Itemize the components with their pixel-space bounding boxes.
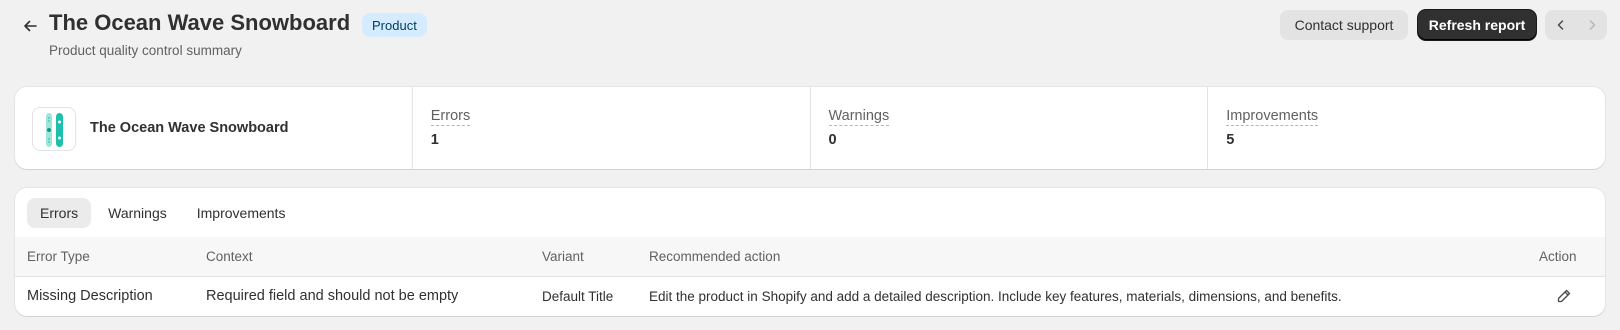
column-header-variant: Variant (542, 249, 584, 264)
warnings-metric: Warnings 0 (809, 87, 1208, 169)
page-subtitle: Product quality control summary (49, 43, 242, 58)
column-header-recommended-action: Recommended action (649, 249, 781, 264)
edit-button[interactable] (1553, 285, 1575, 307)
table-header: Error Type Context Variant Recommended a… (15, 237, 1605, 277)
errors-count: 1 (430, 132, 439, 148)
tab-improvements[interactable]: Improvements (184, 198, 299, 228)
chevron-right-icon (1589, 20, 1595, 30)
back-button[interactable] (16, 12, 44, 40)
pencil-edit-icon (1557, 289, 1571, 303)
cell-error-type: Missing Description (27, 288, 153, 304)
pagination (1545, 10, 1607, 40)
errors-metric: Errors 1 (411, 87, 810, 169)
status-badge: Product (362, 13, 427, 37)
previous-button[interactable] (1545, 10, 1576, 40)
cell-variant: Default Title (542, 289, 614, 304)
warnings-count: 0 (828, 132, 837, 148)
tab-warnings[interactable]: Warnings (95, 198, 180, 228)
page-header: The Ocean Wave Snowboard Product Product… (0, 0, 1620, 80)
column-header-error-type: Error Type (27, 249, 90, 264)
tab-errors[interactable]: Errors (27, 198, 92, 228)
product-name: The Ocean Wave Snowboard (90, 120, 289, 136)
chevron-left-icon (1557, 20, 1563, 30)
issue-tabs: Errors Warnings Improvements (27, 198, 298, 228)
summary-card: The Ocean Wave Snowboard Errors 1 Warnin… (15, 87, 1605, 169)
column-header-action: Action (1539, 249, 1577, 264)
improvements-label[interactable]: Improvements (1226, 107, 1319, 126)
arrow-left-icon (24, 20, 37, 32)
column-header-context: Context (206, 249, 253, 264)
improvements-metric: Improvements 5 (1207, 87, 1605, 169)
next-button[interactable] (1576, 10, 1607, 40)
snowboard-image-icon (46, 113, 63, 147)
cell-context: Required field and should not be empty (206, 288, 459, 304)
improvements-count: 5 (1226, 132, 1235, 148)
contact-support-button[interactable]: Contact support (1280, 10, 1408, 40)
product-thumbnail (32, 107, 76, 151)
issues-card: Errors Warnings Improvements Error Type … (15, 188, 1605, 316)
refresh-report-button[interactable]: Refresh report (1418, 10, 1536, 40)
page-title: The Ocean Wave Snowboard (49, 10, 351, 35)
cell-recommended-action: Edit the product in Shopify and add a de… (649, 289, 1342, 304)
warnings-label[interactable]: Warnings (828, 107, 890, 126)
product-cell: The Ocean Wave Snowboard (15, 87, 412, 169)
table-row: Missing Description Required field and s… (15, 277, 1605, 316)
errors-label[interactable]: Errors (430, 107, 471, 126)
